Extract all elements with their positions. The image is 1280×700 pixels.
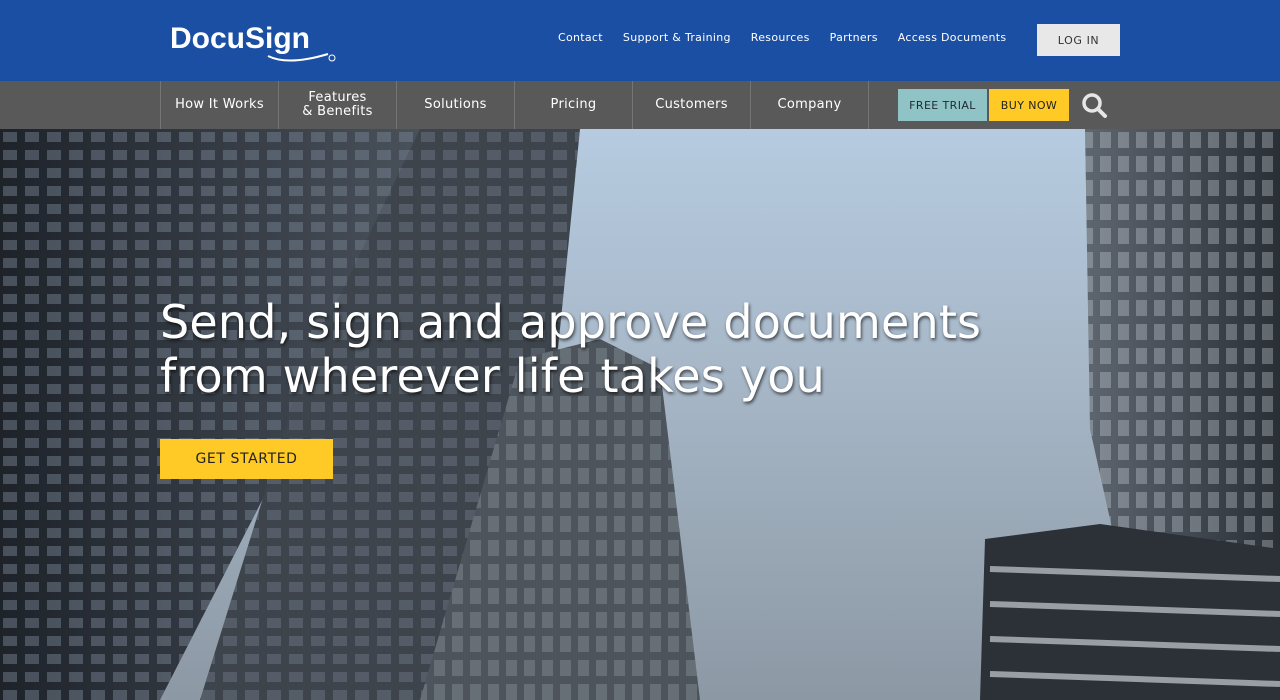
nav-item-label: Features & Benefits bbox=[302, 90, 373, 119]
buy-now-button[interactable]: BUY NOW bbox=[989, 89, 1069, 121]
nav-item-label: How It Works bbox=[175, 97, 264, 112]
support-training-link[interactable]: Support & Training bbox=[623, 31, 731, 47]
get-started-button[interactable]: GET STARTED bbox=[160, 439, 333, 479]
top-header: DocuSign Contact Support & Training Reso… bbox=[0, 0, 1280, 81]
resources-link[interactable]: Resources bbox=[751, 31, 810, 47]
access-documents-link[interactable]: Access Documents bbox=[898, 31, 1007, 47]
nav-item-label: Solutions bbox=[424, 97, 487, 112]
nav-item-label: Customers bbox=[655, 97, 728, 112]
nav-item-label: Pricing bbox=[550, 97, 597, 112]
nav-item-company[interactable]: Company bbox=[751, 81, 869, 129]
main-nav: How It Works Features & Benefits Solutio… bbox=[0, 81, 1280, 129]
partners-link[interactable]: Partners bbox=[830, 31, 878, 47]
hero-background-image bbox=[0, 129, 1280, 700]
nav-item-how-it-works[interactable]: How It Works bbox=[161, 81, 279, 129]
nav-item-customers[interactable]: Customers bbox=[633, 81, 751, 129]
nav-item-features-benefits[interactable]: Features & Benefits bbox=[279, 81, 397, 129]
nav-item-pricing[interactable]: Pricing bbox=[515, 81, 633, 129]
docusign-logo[interactable]: DocuSign bbox=[168, 16, 338, 68]
logo-text: DocuSign bbox=[170, 22, 310, 55]
search-icon[interactable] bbox=[1080, 91, 1110, 121]
nav-item-label: Company bbox=[777, 97, 842, 112]
login-button[interactable]: LOG IN bbox=[1037, 24, 1120, 56]
utility-links: Contact Support & Training Resources Par… bbox=[558, 31, 1026, 47]
contact-link[interactable]: Contact bbox=[558, 31, 603, 47]
nav-item-solutions[interactable]: Solutions bbox=[397, 81, 515, 129]
free-trial-button[interactable]: FREE TRIAL bbox=[898, 89, 987, 121]
hero-headline: Send, sign and approve documents from wh… bbox=[160, 295, 982, 403]
hero-banner: Send, sign and approve documents from wh… bbox=[0, 129, 1280, 700]
nav-items: How It Works Features & Benefits Solutio… bbox=[160, 81, 869, 129]
